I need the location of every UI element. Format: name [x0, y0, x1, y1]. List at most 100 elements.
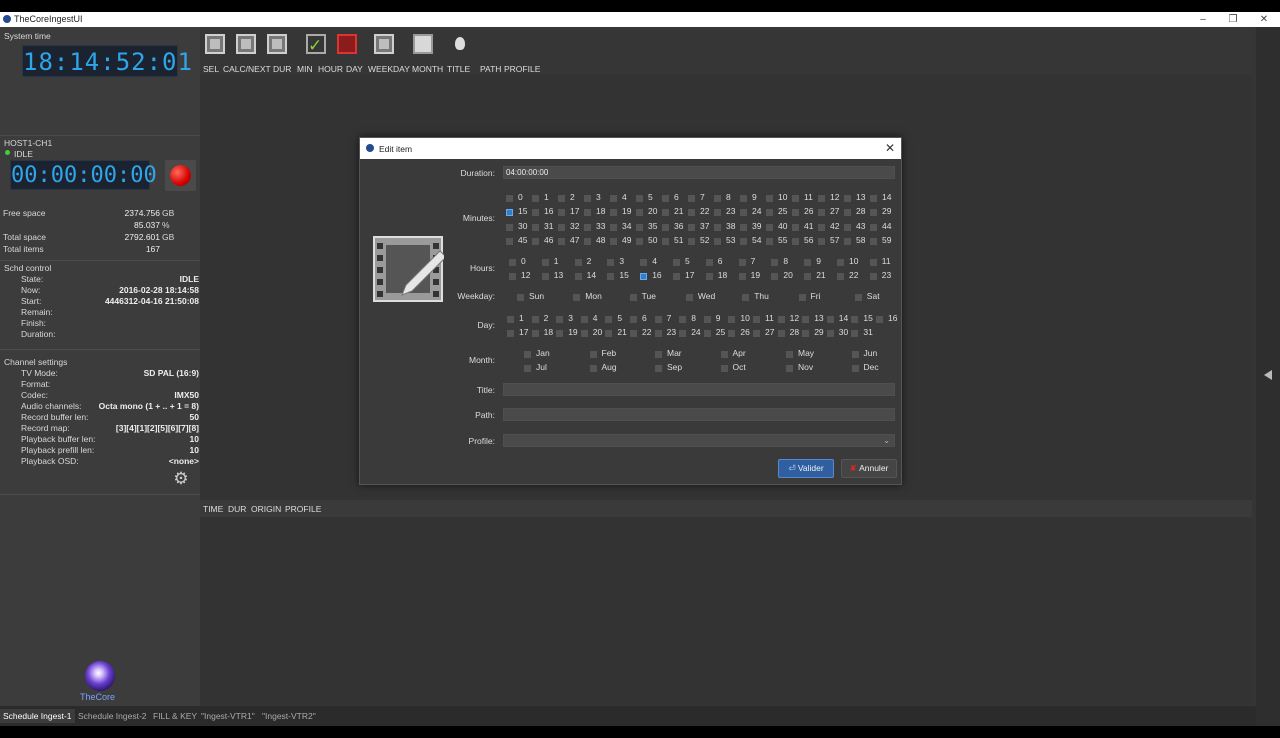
log-column-header[interactable]: TIME: [203, 504, 223, 514]
collapse-arrow-icon[interactable]: [1264, 370, 1272, 380]
minute-checkbox[interactable]: [766, 209, 773, 217]
dialog-close-icon[interactable]: ✕: [885, 141, 895, 155]
day-checkbox[interactable]: [851, 330, 859, 337]
day-checkbox[interactable]: [580, 330, 588, 337]
minute-checkbox[interactable]: [740, 209, 747, 217]
hour-checkbox[interactable]: [837, 259, 844, 266]
minute-checkbox[interactable]: [792, 223, 799, 231]
minute-checkbox[interactable]: [844, 237, 851, 245]
red-film-icon[interactable]: [337, 34, 357, 54]
column-header-month[interactable]: MONTH: [412, 64, 443, 74]
day-checkbox[interactable]: [802, 330, 810, 337]
hour-checkbox[interactable]: [804, 259, 812, 266]
hour-checkbox[interactable]: [869, 259, 877, 266]
minute-checkbox[interactable]: [558, 195, 565, 202]
hour-checkbox[interactable]: [771, 259, 779, 266]
minute-checkbox[interactable]: [506, 223, 513, 231]
film-icon[interactable]: [236, 34, 256, 54]
settings-gear-icon[interactable]: ⚙: [172, 470, 190, 488]
bulb-icon[interactable]: [455, 37, 465, 50]
day-checkbox[interactable]: [679, 330, 687, 337]
day-checkbox[interactable]: [580, 316, 588, 323]
month-checkbox[interactable]: [851, 365, 859, 372]
day-checkbox[interactable]: [703, 316, 711, 323]
weekday-checkbox[interactable]: [798, 294, 806, 301]
minute-checkbox[interactable]: [584, 209, 591, 217]
weekday-checkbox[interactable]: [629, 294, 637, 301]
bottom-tab[interactable]: Schedule Ingest-2: [78, 711, 147, 721]
minute-checkbox[interactable]: [532, 223, 539, 231]
hour-checkbox[interactable]: [607, 259, 615, 266]
minute-checkbox[interactable]: [532, 195, 539, 202]
column-header-hour[interactable]: HOUR: [318, 64, 343, 74]
minute-checkbox[interactable]: [766, 195, 773, 202]
profile-select[interactable]: ⌄: [503, 434, 895, 447]
day-checkbox[interactable]: [876, 316, 883, 323]
minute-checkbox[interactable]: [870, 209, 877, 217]
film-icon[interactable]: [205, 34, 225, 54]
weekday-checkbox[interactable]: [685, 294, 693, 301]
day-checkbox[interactable]: [851, 316, 859, 323]
minute-checkbox[interactable]: [740, 195, 747, 202]
duration-field[interactable]: 04:00:00:00: [503, 166, 895, 179]
weekday-checkbox[interactable]: [517, 294, 524, 301]
day-checkbox[interactable]: [679, 316, 687, 323]
weekday-checkbox[interactable]: [742, 294, 750, 301]
column-header-calcnext[interactable]: CALC/NEXT: [223, 64, 271, 74]
day-checkbox[interactable]: [654, 330, 662, 337]
minute-checkbox[interactable]: [532, 237, 539, 245]
minute-checkbox[interactable]: [714, 223, 721, 231]
day-checkbox[interactable]: [703, 330, 711, 337]
minute-checkbox[interactable]: [636, 195, 643, 202]
minute-checkbox[interactable]: [662, 237, 669, 245]
minute-checkbox[interactable]: [870, 223, 877, 231]
column-header-profile[interactable]: PROFILE: [504, 64, 540, 74]
minute-checkbox[interactable]: [844, 223, 851, 231]
minute-checkbox[interactable]: [532, 209, 539, 217]
column-header-weekday[interactable]: WEEKDAY: [368, 64, 410, 74]
column-header-sel[interactable]: SEL: [203, 64, 219, 74]
minute-checkbox[interactable]: [792, 195, 799, 202]
bottom-tab[interactable]: FILL & KEY: [153, 711, 197, 721]
minute-checkbox[interactable]: [714, 195, 721, 202]
right-collapse-bar[interactable]: [1256, 27, 1280, 726]
hour-checkbox[interactable]: [705, 273, 713, 280]
minute-checkbox[interactable]: [584, 223, 591, 231]
validate-button[interactable]: ⏎ Valider: [778, 459, 834, 478]
minute-checkbox[interactable]: [506, 237, 513, 245]
hour-checkbox[interactable]: [607, 273, 615, 280]
minute-checkbox[interactable]: [636, 209, 643, 217]
close-window-button[interactable]: ✕: [1251, 12, 1277, 27]
month-checkbox[interactable]: [655, 351, 662, 358]
hour-checkbox[interactable]: [640, 273, 648, 280]
month-checkbox[interactable]: [720, 351, 728, 358]
bottom-tab[interactable]: Schedule Ingest-1: [0, 709, 75, 723]
minute-checkbox[interactable]: [792, 237, 799, 245]
minute-checkbox[interactable]: [818, 195, 825, 202]
minute-checkbox[interactable]: [688, 195, 695, 202]
minute-checkbox[interactable]: [610, 209, 617, 217]
hour-checkbox[interactable]: [771, 273, 779, 280]
hour-checkbox[interactable]: [640, 259, 648, 266]
film-icon[interactable]: [374, 34, 394, 54]
minute-checkbox[interactable]: [584, 237, 591, 245]
column-header-title[interactable]: TITLE: [447, 64, 470, 74]
month-checkbox[interactable]: [786, 365, 793, 372]
minute-checkbox[interactable]: [792, 209, 799, 217]
minute-checkbox[interactable]: [818, 223, 825, 231]
check-icon[interactable]: ✓: [306, 34, 326, 55]
title-field[interactable]: [503, 383, 895, 396]
minute-checkbox[interactable]: [688, 209, 695, 217]
minute-checkbox[interactable]: [714, 209, 721, 217]
day-checkbox[interactable]: [630, 330, 637, 337]
day-checkbox[interactable]: [556, 316, 564, 323]
minimize-button[interactable]: –: [1190, 12, 1216, 27]
log-list[interactable]: [200, 517, 1252, 705]
month-checkbox[interactable]: [655, 365, 662, 372]
column-header-day[interactable]: DAY: [346, 64, 363, 74]
day-checkbox[interactable]: [826, 316, 834, 323]
minute-checkbox[interactable]: [688, 223, 695, 231]
minute-checkbox[interactable]: [558, 237, 565, 245]
minute-checkbox[interactable]: [818, 209, 825, 217]
minute-checkbox[interactable]: [636, 223, 643, 231]
